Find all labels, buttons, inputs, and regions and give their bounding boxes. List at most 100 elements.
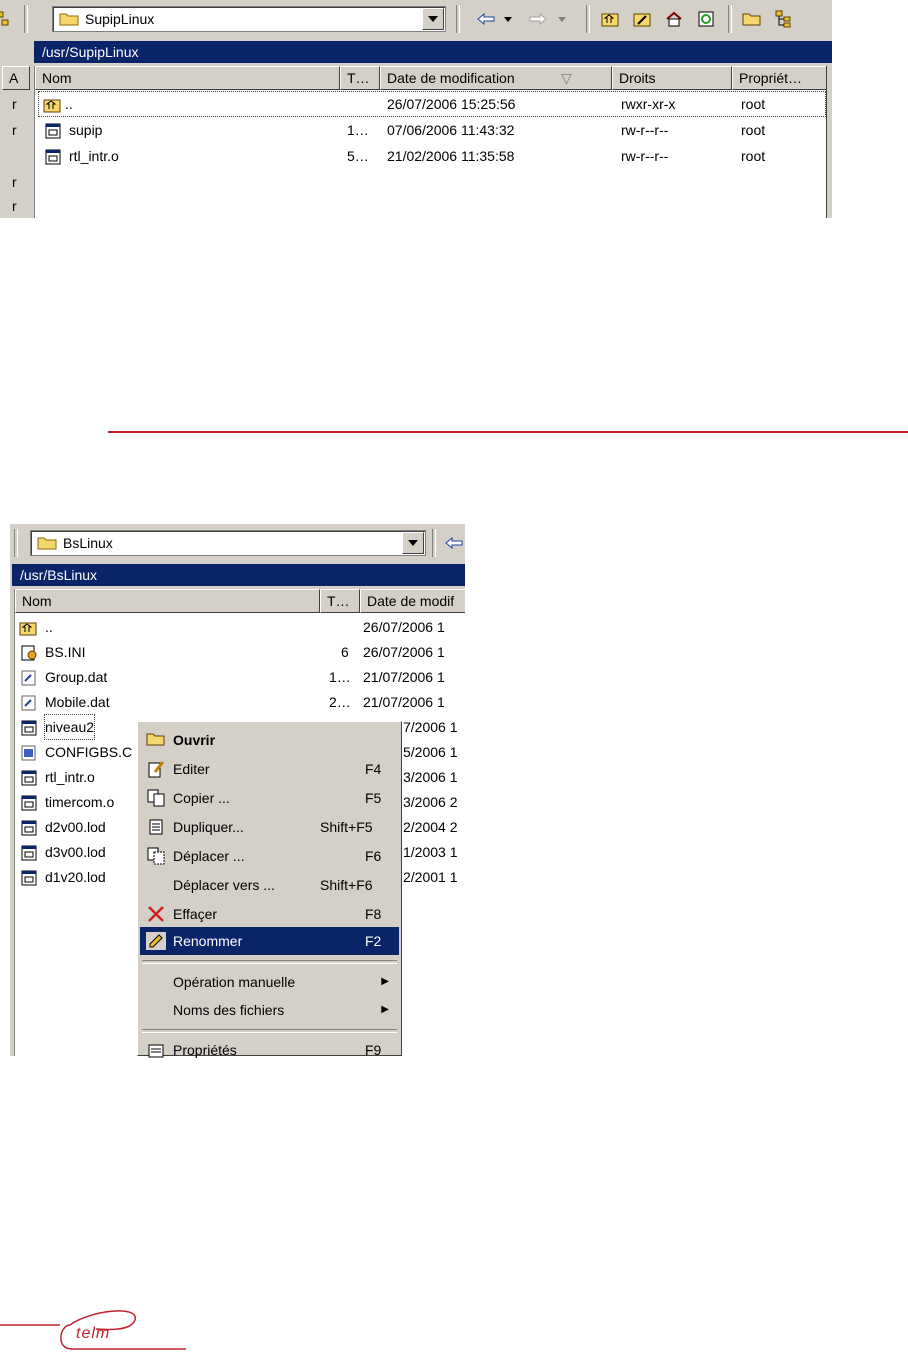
- menu-item-edit[interactable]: Editer F4: [140, 755, 399, 783]
- column-header-date[interactable]: Date de modification ▽: [380, 66, 612, 90]
- forward-dropdown-icon[interactable]: [554, 7, 570, 31]
- file-date: 3/2006 2: [403, 794, 458, 810]
- chevron-down-icon[interactable]: [422, 8, 444, 30]
- file-owner: root: [741, 148, 766, 164]
- submenu-arrow-icon: ▶: [381, 976, 389, 987]
- table-row[interactable]: Group.dat 1… 21/07/2006 1: [15, 665, 465, 689]
- file-name: Mobile.dat: [45, 694, 110, 710]
- column-header-size[interactable]: T…: [340, 66, 380, 90]
- open-folder-icon[interactable]: [740, 7, 764, 31]
- file-date: 26/07/2006 15:25:56: [387, 96, 516, 112]
- bottom-toolbar: BsLinux: [10, 524, 465, 562]
- menu-item-shortcut: Shift+F5: [320, 819, 373, 835]
- back-dropdown-icon[interactable]: [500, 7, 516, 31]
- forward-arrow-icon[interactable]: [526, 7, 550, 31]
- menu-item-label: Déplacer ...: [173, 848, 245, 864]
- back-arrow-icon[interactable]: [474, 7, 498, 31]
- column-header-date[interactable]: Date de modif: [360, 589, 465, 613]
- file-date: 21/07/2006 1: [363, 694, 445, 710]
- file-date: 2/2004 2: [403, 819, 458, 835]
- file-name: rtl_intr.o: [45, 769, 95, 785]
- file-name: niveau2: [43, 714, 96, 740]
- toolbar-separator: [432, 529, 436, 557]
- top-file-manager: SupipLinux A r r r r /usr/SupipLinux Nom…: [0, 0, 832, 218]
- top-combo-text: SupipLinux: [85, 11, 155, 27]
- edit-icon: [146, 760, 166, 778]
- bottom-folder-combo[interactable]: BsLinux: [30, 530, 426, 556]
- column-header-size[interactable]: T…: [320, 589, 360, 613]
- binary-file-icon: [45, 148, 62, 165]
- config-file-icon: [21, 744, 38, 761]
- menu-item-shortcut: F5: [365, 790, 382, 806]
- top-file-list: Nom T… Date de modification ▽ Droits Pro…: [34, 66, 827, 218]
- home-icon[interactable]: [662, 7, 686, 31]
- menu-item-properties[interactable]: Propriétés F9: [140, 1036, 399, 1064]
- menu-item-label: Renommer: [173, 933, 243, 949]
- table-row[interactable]: BS.INI 6 26/07/2006 1: [15, 640, 465, 664]
- menu-item-move[interactable]: Déplacer ... F6: [140, 842, 399, 870]
- table-row[interactable]: supip 1… 07/06/2006 11:43:32 rw-r--r-- r…: [39, 118, 825, 142]
- file-rights: rw-r--r--: [621, 148, 669, 164]
- menu-item-copy[interactable]: Copier ... F5: [140, 784, 399, 812]
- menu-item-rename[interactable]: Renommer F2: [140, 927, 399, 955]
- table-row[interactable]: .. 26/07/2006 15:25:56 rwxr-xr-x root: [38, 91, 826, 117]
- top-folder-combo[interactable]: SupipLinux: [52, 6, 446, 32]
- menu-item-duplicate[interactable]: Dupliquer... Shift+F5: [140, 813, 399, 841]
- context-menu: Ouvrir Editer F4 Copier ... F5 Dupliquer…: [137, 721, 402, 1058]
- table-row[interactable]: Mobile.dat 2… 21/07/2006 1: [15, 690, 465, 714]
- file-date: 26/07/2006 1: [363, 619, 445, 635]
- menu-item-file-names[interactable]: Noms des fichiers ▶: [140, 996, 399, 1024]
- toolbar-separator: [24, 5, 28, 33]
- binary-file-icon: [21, 869, 38, 886]
- table-row[interactable]: rtl_intr.o 5… 21/02/2006 11:35:58 rw-r--…: [39, 144, 825, 168]
- file-name: BS.INI: [45, 644, 86, 660]
- top-toolbar: SupipLinux: [0, 0, 832, 38]
- file-name: supip: [69, 122, 103, 138]
- file-date: 07/06/2006 11:43:32: [387, 122, 515, 138]
- table-row[interactable]: .. 26/07/2006 1: [15, 615, 465, 639]
- menu-item-delete[interactable]: Effaçer F8: [140, 900, 399, 928]
- file-owner: root: [741, 96, 766, 112]
- column-header-name[interactable]: Nom: [15, 589, 320, 613]
- logo-text: telm: [76, 1325, 111, 1342]
- menu-item-open[interactable]: Ouvrir: [140, 726, 399, 754]
- column-header-owner[interactable]: Propriét…: [732, 66, 827, 90]
- menu-item-label: Ouvrir: [173, 732, 216, 748]
- menu-item-shortcut: F8: [365, 906, 382, 922]
- tree-icon[interactable]: [0, 7, 16, 31]
- binary-file-icon: [21, 794, 38, 811]
- ini-file-icon: [21, 644, 38, 661]
- file-name: timercom.o: [45, 794, 115, 810]
- parent-folder-icon[interactable]: [598, 7, 622, 31]
- left-column-header[interactable]: A: [2, 66, 30, 90]
- copy-icon: [146, 789, 166, 807]
- edit-folder-icon[interactable]: [630, 7, 654, 31]
- sort-descending-icon: ▽: [561, 70, 572, 86]
- page-divider: [108, 431, 908, 433]
- tree-view-icon[interactable]: [772, 7, 796, 31]
- rename-pencil-icon: [146, 932, 166, 950]
- binary-file-icon: [21, 844, 38, 861]
- menu-item-label: Effaçer: [173, 906, 218, 922]
- bottom-combo-text: BsLinux: [63, 535, 113, 551]
- menu-item-manual-operation[interactable]: Opération manuelle ▶: [140, 968, 399, 996]
- text-file-icon: [21, 694, 38, 711]
- folder-icon: [59, 12, 79, 26]
- back-arrow-icon[interactable]: [442, 531, 465, 555]
- menu-separator: [142, 960, 397, 964]
- menu-item-shortcut: F9: [365, 1042, 382, 1058]
- column-header-name[interactable]: Nom: [35, 66, 340, 90]
- top-path-bar: /usr/SupipLinux: [34, 41, 832, 63]
- file-date: 2/2001 1: [403, 869, 458, 885]
- refresh-icon[interactable]: [694, 7, 718, 31]
- menu-item-label: Editer: [173, 761, 210, 777]
- menu-item-move-to[interactable]: Déplacer vers ... Shift+F6: [140, 871, 399, 899]
- file-date: 21/02/2006 11:35:58: [387, 148, 515, 164]
- left-letter: r: [12, 174, 17, 190]
- file-owner: root: [741, 122, 766, 138]
- column-header-rights[interactable]: Droits: [612, 66, 732, 90]
- telm-logo: telm: [0, 1305, 200, 1352]
- chevron-down-icon[interactable]: [402, 532, 424, 554]
- parent-dir-icon: [43, 96, 61, 113]
- binary-file-icon: [45, 122, 62, 139]
